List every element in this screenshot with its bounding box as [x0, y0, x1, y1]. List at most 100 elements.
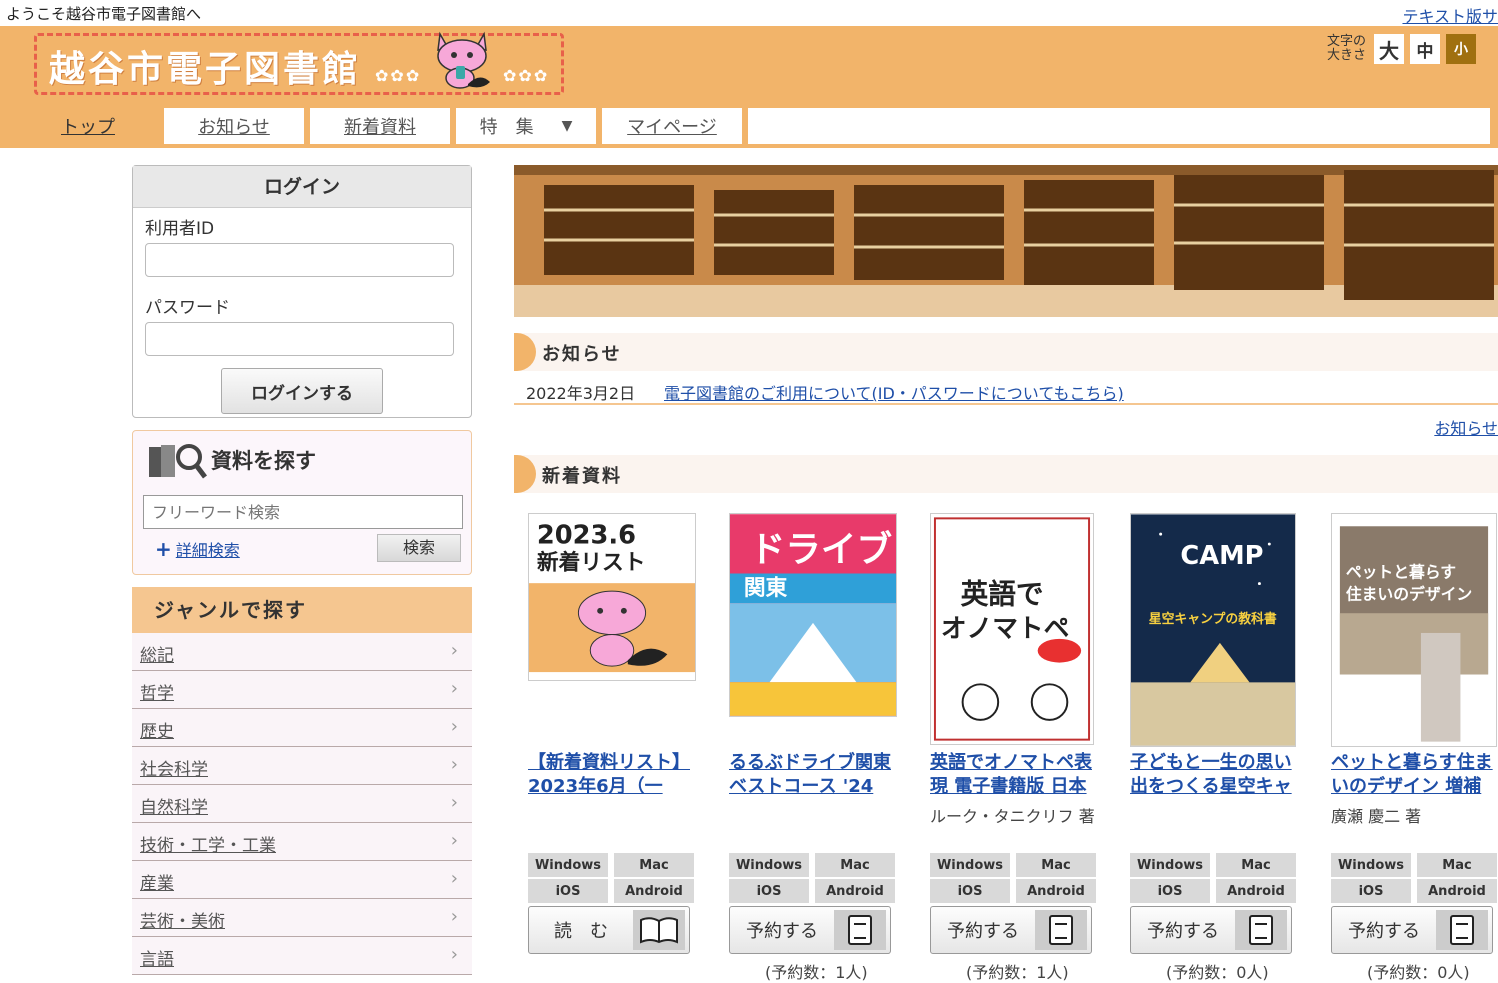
reservation-count: (予約数：0人) — [1367, 963, 1470, 982]
book-title-link[interactable]: 子どもと一生の思い 出をつくる星空キャ — [1130, 751, 1302, 799]
chevron-down-icon: ▼ — [561, 118, 573, 134]
tab-mypage[interactable]: マイページ — [602, 108, 742, 144]
reserve-button[interactable]: 予約する — [729, 906, 891, 954]
genre-item[interactable]: 歴史 › — [132, 709, 472, 747]
book-cover[interactable]: ペットと暮らす 住まいのデザイン — [1331, 513, 1497, 747]
site-title: 越谷市電子図書館 — [49, 49, 362, 90]
password-input[interactable] — [145, 322, 454, 356]
advanced-search-link[interactable]: + 詳細検索 — [155, 537, 240, 561]
reservation-count: (予約数：1人) — [966, 963, 1069, 982]
book-title-link[interactable]: ペットと暮らす住ま いのデザイン 増補 — [1331, 751, 1498, 799]
svg-text:住まいのデザイン: 住まいのデザイン — [1346, 584, 1472, 603]
svg-text:ドライブ: ドライブ — [750, 530, 893, 571]
notice-link[interactable]: 電子図書館のご利用について(ID・パスワードについてもこちら) — [664, 380, 1124, 404]
more-notices-link[interactable]: お知らせ — [514, 415, 1498, 438]
reserve-button-label: 予約する — [947, 921, 1019, 942]
genre-panel: ジャンルで探す 総記 › 哲学 › 歴史 › 社会科学 › 自然科学 › 技術・工学・工業… — [132, 587, 472, 975]
main-nav: トップ お知らせ 新着資料 特 集 ▼ マイページ — [0, 108, 1498, 148]
chevron-right-icon: › — [450, 906, 458, 927]
welcome-text: ようこそ越谷市電子図書館へ — [6, 5, 202, 23]
genre-item[interactable]: 総記 › — [132, 633, 472, 671]
main-content: お知らせ 2022年3月2日 電子図書館のご利用について(ID・パスワードについ… — [514, 165, 1498, 982]
reserve-button[interactable]: 予約する — [1130, 906, 1292, 954]
os-ios-badge: iOS — [729, 879, 809, 903]
freeword-search-input[interactable] — [143, 495, 463, 529]
flower-decoration-icon: ✿✿✿ — [503, 66, 550, 85]
ebook-reader-icon — [834, 910, 886, 950]
search-panel: 資料を探す +詳細検索 検索 — [132, 430, 472, 575]
ebook-reader-icon — [1235, 910, 1287, 950]
top-bar: ようこそ越谷市電子図書館へ テキスト版サ — [0, 0, 1498, 26]
os-android-badge: Android — [1216, 879, 1296, 903]
tab-top[interactable]: トップ — [18, 108, 158, 144]
os-windows-badge: Windows — [729, 853, 809, 877]
book-cover[interactable]: ドライブ 関東 — [729, 513, 897, 717]
cat-mascot-icon — [437, 31, 490, 89]
book-cover[interactable]: CAMP 星空キャンプの教科書 — [1130, 513, 1296, 747]
os-mac-badge: Mac — [815, 853, 895, 877]
genre-item[interactable]: 自然科学 › — [132, 785, 472, 823]
svg-text:英語で: 英語で — [961, 577, 1044, 610]
read-button-label: 読 む — [554, 921, 608, 942]
book-title-link[interactable]: るるぶドライブ関東 ベストコース '24 — [729, 751, 901, 799]
os-android-badge: Android — [614, 879, 694, 903]
new-materials-title: 新着資料 — [542, 466, 622, 487]
book-title-link[interactable]: 英語でオノマトペ表現 電子書籍版 日本 — [930, 751, 1102, 799]
font-size-medium-button[interactable]: 中 — [1410, 34, 1440, 64]
genre-item[interactable]: 技術・工学・工業 › — [132, 823, 472, 861]
plus-icon: + — [155, 537, 172, 561]
login-title: ログイン — [133, 166, 471, 208]
genre-item[interactable]: 哲学 › — [132, 671, 472, 709]
tab-new-materials[interactable]: 新着資料 — [310, 108, 450, 144]
reservation-count: (予約数：1人) — [765, 963, 868, 982]
site-logo[interactable]: 越谷市電子図書館 ✿✿✿ ✿✿✿ — [34, 31, 564, 95]
book-cover[interactable]: 2023.6 新着リスト — [528, 513, 696, 681]
font-size-small-button[interactable]: 小 — [1446, 34, 1476, 64]
reserve-button-label: 予約する — [1147, 921, 1219, 942]
ebook-reader-icon — [1436, 910, 1488, 950]
book-search-icon — [149, 444, 207, 479]
os-ios-badge: iOS — [930, 879, 1010, 903]
chevron-right-icon: › — [450, 944, 458, 965]
svg-text:星空キャンプの教科書: 星空キャンプの教科書 — [1149, 611, 1277, 627]
genre-item[interactable]: 言語 › — [132, 937, 472, 975]
svg-text:オノマトペ: オノマトペ — [941, 614, 1069, 644]
user-id-label: 利用者ID — [145, 219, 215, 239]
svg-text:CAMP: CAMP — [1180, 541, 1263, 571]
book-author: 廣瀬 慶二 著 — [1331, 807, 1422, 826]
chevron-right-icon: › — [450, 792, 458, 813]
os-windows-badge: Windows — [930, 853, 1010, 877]
os-android-badge: Android — [1016, 879, 1096, 903]
read-button[interactable]: 読 む — [528, 906, 690, 954]
reserve-button[interactable]: 予約する — [930, 906, 1092, 954]
chevron-right-icon: › — [450, 830, 458, 851]
os-badges: Windows Mac iOS Android — [729, 853, 895, 903]
section-marker-icon — [514, 333, 536, 371]
search-title-text: 資料を探す — [211, 449, 316, 473]
login-button[interactable]: ログインする — [221, 368, 383, 414]
os-android-badge: Android — [1417, 879, 1497, 903]
os-ios-badge: iOS — [528, 879, 608, 903]
reservation-count: (予約数：0人) — [1166, 963, 1269, 982]
font-size-switcher: 文字の 大きさ 大 中 小 — [1327, 34, 1476, 64]
os-badges: Windows Mac iOS Android — [930, 853, 1096, 903]
user-id-input[interactable] — [145, 243, 454, 277]
genre-item[interactable]: 社会科学 › — [132, 747, 472, 785]
tab-news[interactable]: お知らせ — [164, 108, 304, 144]
font-size-label: 文字の 大きさ — [1326, 34, 1366, 63]
genre-item[interactable]: 産業 › — [132, 861, 472, 899]
text-version-link[interactable]: テキスト版サ — [1402, 3, 1498, 27]
book-author: ルーク・タニクリフ 著 — [930, 807, 1095, 826]
os-mac-badge: Mac — [614, 853, 694, 877]
book-cover[interactable]: 英語で オノマトペ — [930, 513, 1094, 745]
os-mac-badge: Mac — [1216, 853, 1296, 877]
book-title-link[interactable]: 【新着資料リスト】 2023年6月（一 — [528, 751, 700, 799]
search-button[interactable]: 検索 — [377, 534, 461, 562]
os-mac-badge: Mac — [1016, 853, 1096, 877]
notice-section-header: お知らせ — [514, 333, 1498, 371]
reserve-button[interactable]: 予約する — [1331, 906, 1493, 954]
genre-item[interactable]: 芸術・美術 › — [132, 899, 472, 937]
tab-features[interactable]: 特 集 ▼ — [456, 108, 596, 144]
os-badges: Windows Mac iOS Android — [1130, 853, 1296, 903]
font-size-large-button[interactable]: 大 — [1374, 34, 1404, 64]
